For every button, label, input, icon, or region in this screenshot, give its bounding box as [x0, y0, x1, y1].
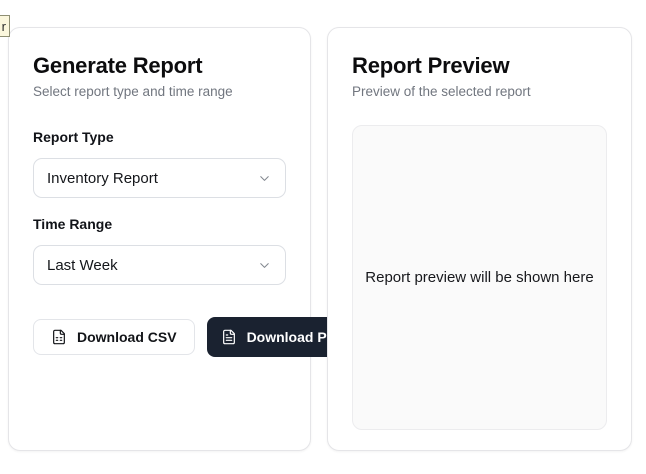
report-preview-title: Report Preview — [352, 52, 607, 80]
file-spreadsheet-icon — [51, 329, 67, 345]
cut-off-tooltip: r — [0, 15, 10, 37]
download-csv-button[interactable]: Download CSV — [33, 319, 195, 355]
tooltip-text: r — [2, 19, 6, 34]
generate-report-title: Generate Report — [33, 52, 286, 80]
report-preview-placeholder: Report preview will be shown here — [365, 269, 593, 286]
report-preview-box: Report preview will be shown here — [352, 125, 607, 430]
chevron-down-icon — [257, 258, 272, 273]
time-range-value: Last Week — [47, 257, 118, 274]
report-type-select[interactable]: Inventory Report — [33, 158, 286, 198]
generate-report-subtitle: Select report type and time range — [33, 85, 286, 99]
report-type-label: Report Type — [33, 129, 286, 146]
report-preview-card: Report Preview Preview of the selected r… — [327, 27, 632, 451]
reports-page: Generate Report Select report type and t… — [8, 27, 632, 451]
download-csv-label: Download CSV — [77, 329, 177, 345]
report-type-value: Inventory Report — [47, 170, 158, 187]
report-preview-subtitle: Preview of the selected report — [352, 85, 607, 99]
generate-report-card: Generate Report Select report type and t… — [8, 27, 311, 451]
chevron-down-icon — [257, 171, 272, 186]
time-range-label: Time Range — [33, 216, 286, 233]
time-range-select[interactable]: Last Week — [33, 245, 286, 285]
download-buttons-row: Download CSV Download PDF — [33, 317, 286, 357]
file-text-icon — [221, 329, 237, 345]
